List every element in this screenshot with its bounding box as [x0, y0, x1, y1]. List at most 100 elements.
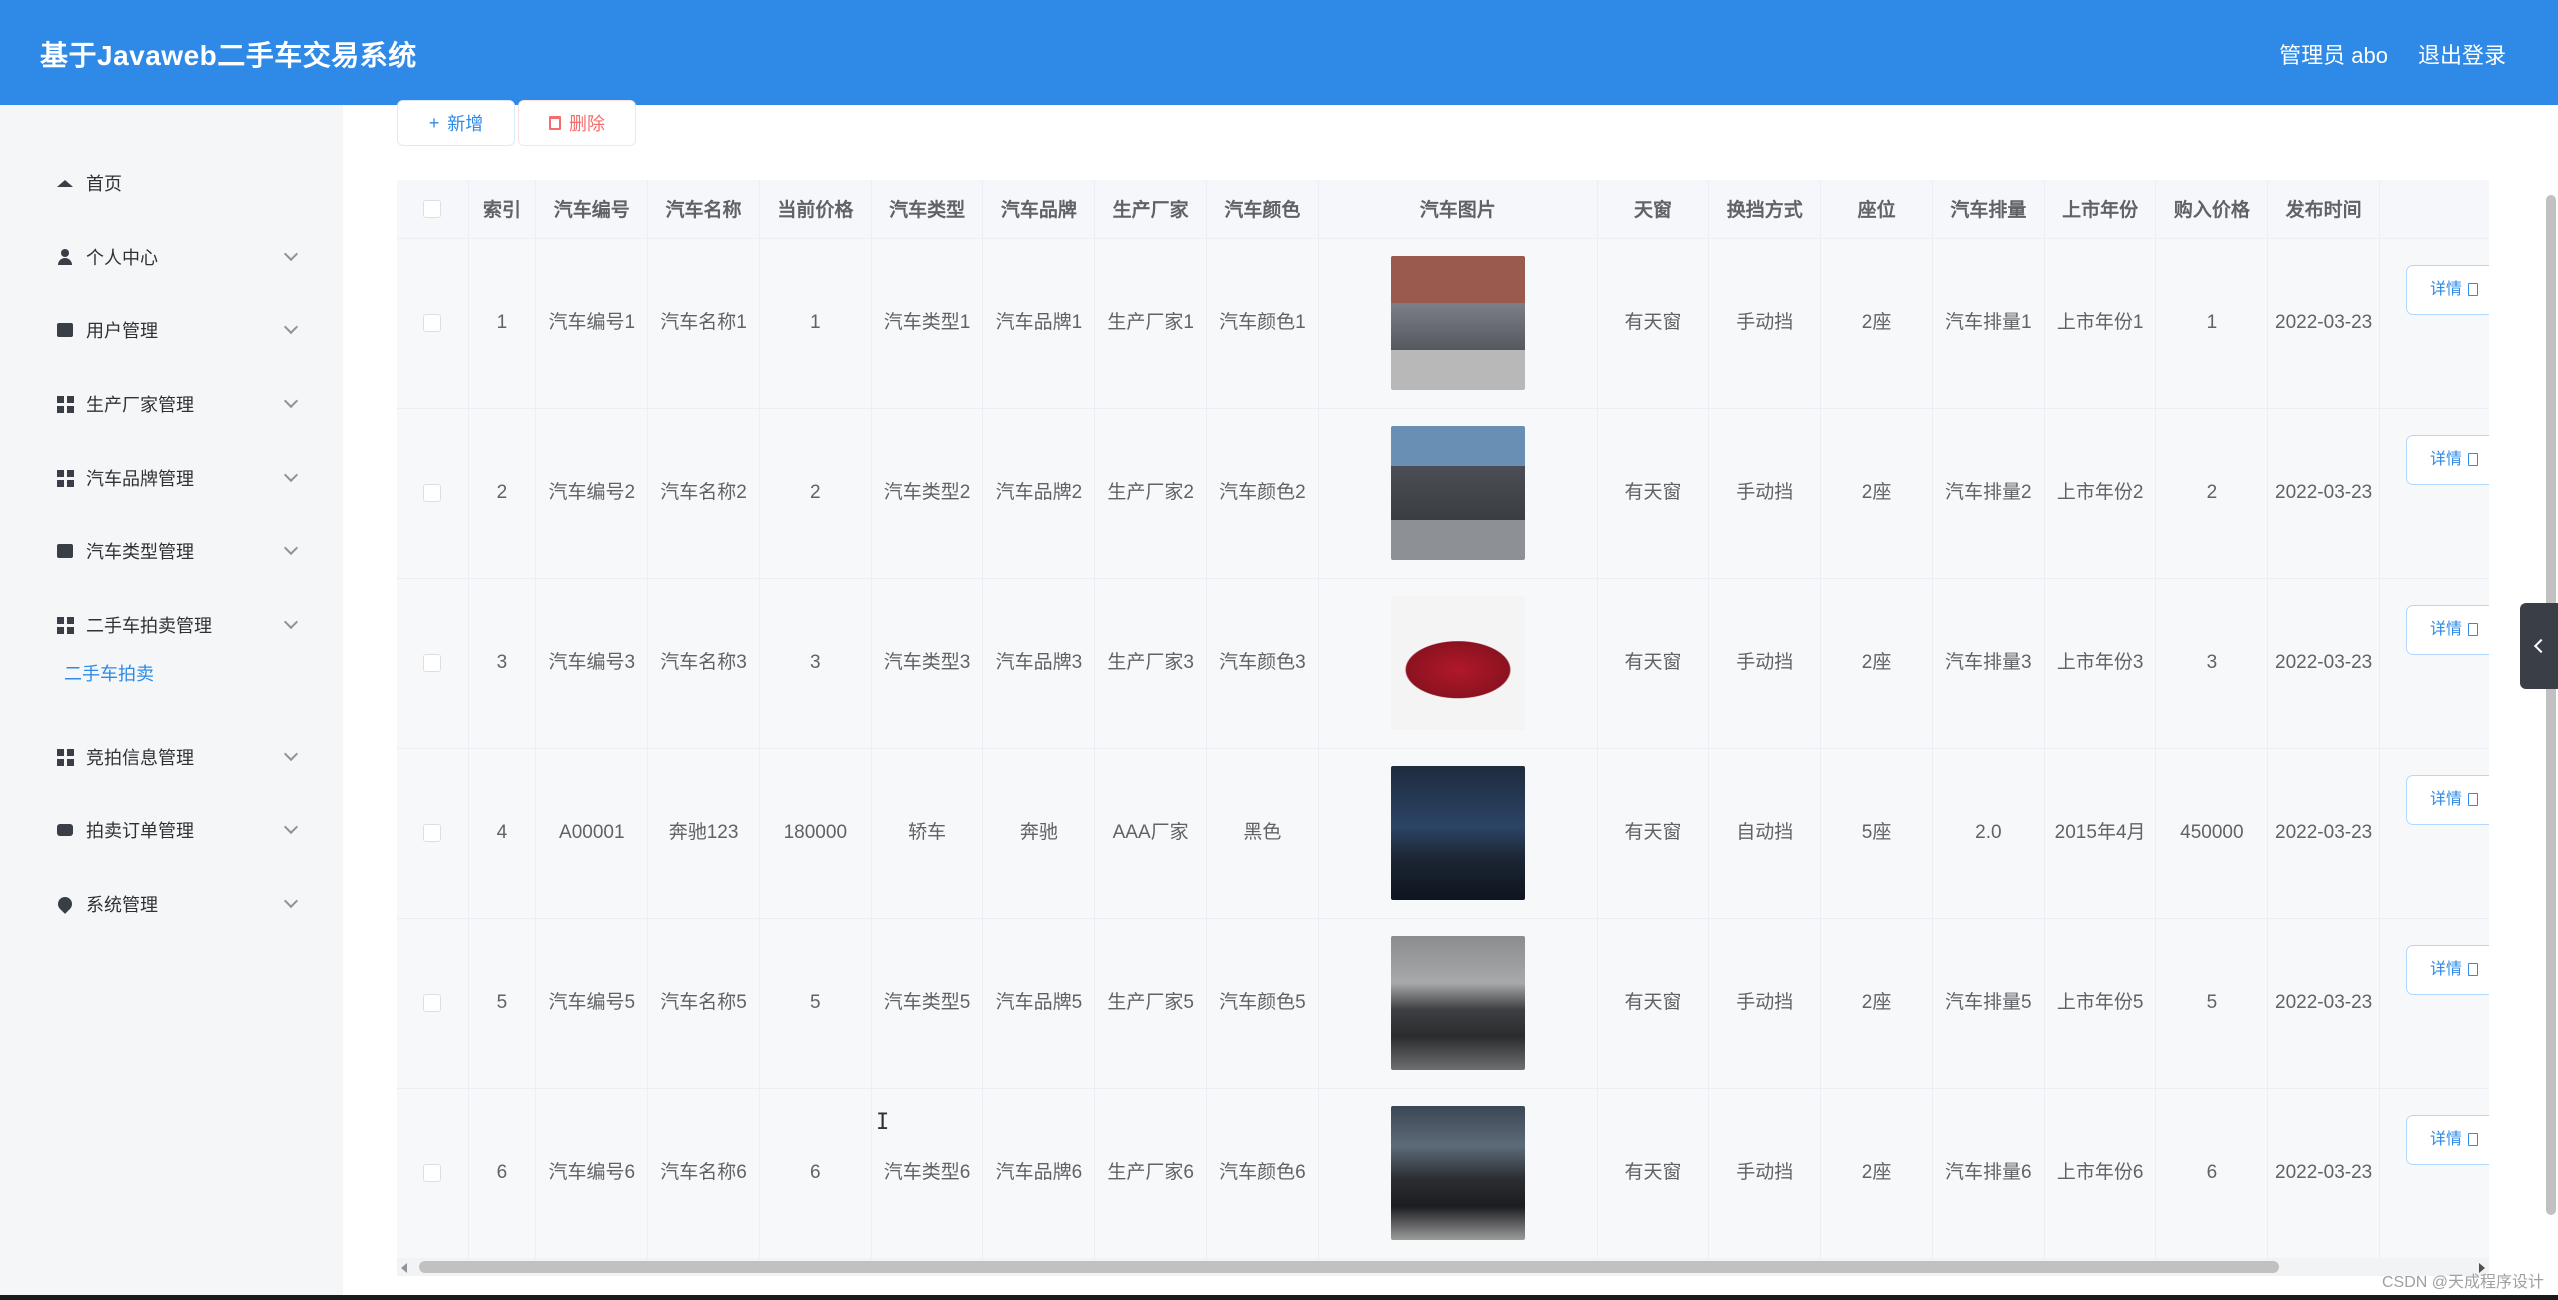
sidebar-item-label: 个人中心: [86, 248, 158, 268]
detail-button[interactable]: 详情: [2406, 604, 2489, 655]
sidebar-subitem-used-car-auction[interactable]: 二手车拍卖: [64, 660, 154, 686]
cell-gear: 手动挡: [1708, 408, 1822, 579]
sidebar-item-orders[interactable]: 拍卖订单管理: [56, 810, 299, 850]
cell-skylight: 有天窗: [1597, 408, 1710, 579]
checkbox[interactable]: [423, 823, 442, 842]
cell-gear: 手动挡: [1708, 578, 1822, 749]
cell-color: 汽车颜色2: [1206, 408, 1319, 579]
chevron-down-icon: [283, 819, 299, 835]
detail-button[interactable]: 详情: [2406, 434, 2489, 485]
detail-button-label: 详情: [2430, 1130, 2463, 1148]
col-year: 上市年份: [2044, 180, 2157, 239]
scroll-left-icon[interactable]: [401, 1263, 407, 1273]
plus-icon: +: [428, 112, 440, 133]
cell-maker: 生产厂家5: [1094, 918, 1207, 1089]
sidebar-item-home[interactable]: 首页: [56, 163, 296, 203]
logout-link[interactable]: 退出登录: [2418, 38, 2506, 70]
col-color: 汽车颜色: [1206, 180, 1319, 239]
row-checkbox-cell[interactable]: [397, 748, 469, 919]
checkbox[interactable]: [423, 1163, 442, 1182]
cell-publish-time: 2022-03-23: [2267, 748, 2381, 919]
add-button[interactable]: + 新增: [397, 100, 515, 146]
table-row: 5 汽车编号5 汽车名称5 5 汽车类型5 汽车品牌5 生产厂家5 汽车颜色5 …: [397, 918, 2489, 1089]
col-publish-time: 发布时间: [2267, 180, 2381, 239]
cell-actions: 详情 修改 删: [2379, 578, 2489, 749]
chevron-down-icon: [283, 246, 299, 262]
checkbox[interactable]: [423, 313, 442, 332]
cell-skylight: 有天窗: [1597, 748, 1710, 919]
row-checkbox-cell[interactable]: [397, 578, 469, 749]
sidebar-item-label: 二手车拍卖管理: [86, 616, 212, 636]
cell-maker: 生产厂家6: [1094, 1088, 1207, 1259]
car-photo: [1390, 766, 1525, 900]
checkbox[interactable]: [423, 993, 442, 1012]
row-checkbox-cell[interactable]: [397, 238, 469, 409]
cell-buy-price: 450000: [2155, 748, 2269, 919]
chevron-down-icon: [283, 893, 299, 909]
sidebar-item-system[interactable]: 系统管理: [55, 884, 299, 924]
cell-brand: 汽车品牌2: [982, 408, 1096, 579]
cell-seats: 2座: [1820, 238, 1933, 409]
detail-button[interactable]: 详情: [2406, 1114, 2489, 1165]
cell-image: [1318, 1088, 1598, 1259]
admin-user[interactable]: 管理员 abo: [2279, 38, 2388, 70]
collapse-panel-tab[interactable]: [2520, 603, 2558, 689]
cell-publish-time: 2022-03-23: [2267, 408, 2381, 579]
vertical-scrollbar[interactable]: [2546, 195, 2556, 1215]
cell-index: 1: [468, 238, 537, 409]
document-icon: [2468, 623, 2479, 636]
cell-brand: 汽车品牌6: [982, 1088, 1096, 1259]
detail-button[interactable]: 详情: [2406, 774, 2489, 825]
cell-displacement: 汽车排量5: [1932, 918, 2045, 1089]
text-cursor-icon: I: [876, 1110, 890, 1135]
sidebar-item-car-types[interactable]: 汽车类型管理: [56, 531, 299, 571]
cell-code: 汽车编号2: [535, 408, 649, 579]
cell-brand: 汽车品牌3: [982, 578, 1096, 749]
sidebar-item-bids[interactable]: 竞拍信息管理: [56, 737, 299, 777]
sidebar-item-profile[interactable]: 个人中心: [56, 237, 299, 277]
row-checkbox-cell[interactable]: [397, 1088, 469, 1259]
detail-button[interactable]: 详情: [2406, 944, 2489, 995]
cell-actions: 详情 修改 删: [2379, 1088, 2489, 1259]
col-brand: 汽车品牌: [982, 180, 1096, 239]
detail-button-label: 详情: [2430, 280, 2463, 298]
sidebar-item-auctions[interactable]: 二手车拍卖管理: [56, 605, 299, 645]
auction-table: 索引 汽车编号 汽车名称 当前价格 汽车类型 汽车品牌 生产厂家 汽车颜色 汽车…: [397, 180, 2489, 1266]
cell-name: 汽车名称1: [647, 238, 760, 409]
checkbox[interactable]: [423, 483, 442, 502]
sidebar-item-brands[interactable]: 汽车品牌管理: [56, 458, 299, 498]
cell-color: 汽车颜色3: [1206, 578, 1319, 749]
checkbox[interactable]: [423, 199, 442, 218]
cell-name: 汽车名称6: [647, 1088, 760, 1259]
cell-publish-time: 2022-03-23: [2267, 238, 2381, 409]
cell-color: 汽车颜色5: [1206, 918, 1319, 1089]
row-checkbox-cell[interactable]: [397, 918, 469, 1089]
sidebar-item-users[interactable]: 用户管理: [56, 310, 299, 350]
cell-type: 汽车类型3: [871, 578, 984, 749]
scrollbar-thumb[interactable]: [419, 1261, 2279, 1273]
col-code: 汽车编号: [535, 180, 649, 239]
cell-code: A00001: [535, 748, 649, 919]
cell-seats: 2座: [1820, 918, 1933, 1089]
cell-price: 6: [759, 1088, 872, 1259]
cell-displacement: 汽车排量3: [1932, 578, 2045, 749]
cell-buy-price: 1: [2155, 238, 2269, 409]
cell-publish-time: 2022-03-23: [2267, 918, 2381, 1089]
table-row: 3 汽车编号3 汽车名称3 3 汽车类型3 汽车品牌3 生产厂家3 汽车颜色3 …: [397, 578, 2489, 749]
cell-gear: 手动挡: [1708, 918, 1822, 1089]
delete-button[interactable]: 删除: [518, 100, 636, 146]
checkbox[interactable]: [423, 653, 442, 672]
horizontal-scrollbar[interactable]: [397, 1258, 2489, 1276]
clipboard-icon: [56, 321, 74, 339]
sidebar-item-label: 生产厂家管理: [86, 395, 194, 415]
detail-button[interactable]: 详情: [2406, 264, 2489, 315]
row-checkbox-cell[interactable]: [397, 408, 469, 579]
cell-seats: 2座: [1820, 1088, 1933, 1259]
col-gear: 换挡方式: [1708, 180, 1822, 239]
cell-type: 轿车: [871, 748, 984, 919]
grid-icon: [56, 469, 74, 487]
select-all-checkbox-cell[interactable]: [397, 180, 469, 239]
detail-button-label: 详情: [2430, 790, 2463, 808]
sidebar-item-manufacturers[interactable]: 生产厂家管理: [56, 384, 299, 424]
document-icon: [2468, 793, 2479, 806]
